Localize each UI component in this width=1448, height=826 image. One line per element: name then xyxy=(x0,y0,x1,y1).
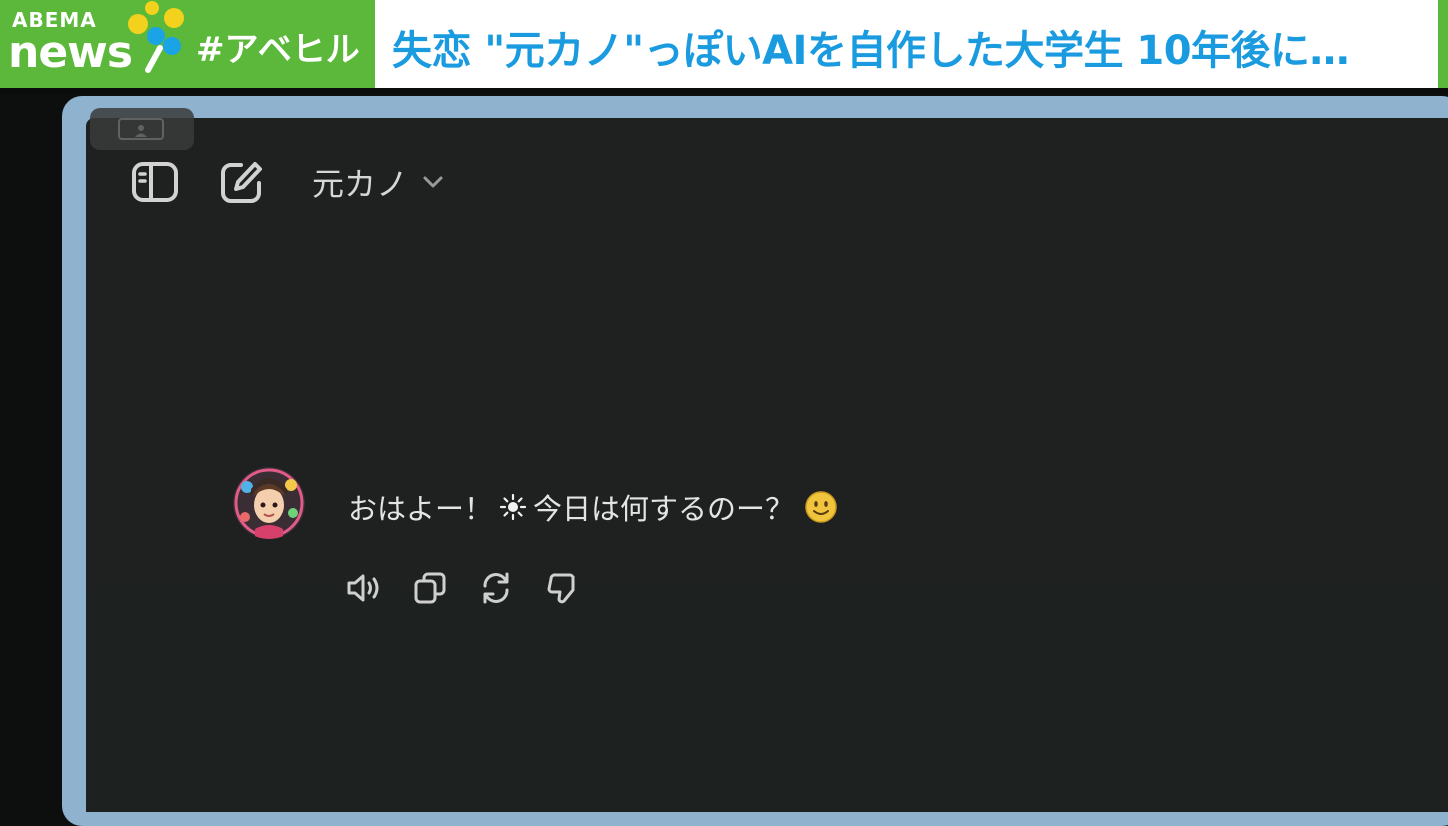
chat-lower-area xyxy=(86,588,1448,812)
thumbs-down-button[interactable] xyxy=(540,566,584,610)
sidebar-toggle-button[interactable] xyxy=(131,158,179,206)
copy-icon xyxy=(414,572,446,604)
regenerate-icon xyxy=(483,572,509,604)
assistant-avatar xyxy=(233,467,305,539)
message-actions xyxy=(342,566,584,610)
news-banner: ABEMA news #アベヒル 失恋 "元カノ"っぽいAIを自作した大学生 1… xyxy=(0,0,1448,88)
new-chat-edit-icon xyxy=(221,162,262,203)
news-logo-text: news xyxy=(8,27,133,78)
banner-brand-area: ABEMA news #アベヒル xyxy=(0,0,375,88)
copy-button[interactable] xyxy=(408,566,452,610)
banner-divider xyxy=(0,88,1448,94)
logo-dots-icon xyxy=(128,1,184,73)
anime-character-avatar-icon xyxy=(233,467,305,539)
chevron-down-icon xyxy=(423,176,443,188)
window-badge xyxy=(90,108,194,150)
model-label: 元カノ xyxy=(312,165,409,203)
banner-right-edge xyxy=(1438,0,1448,88)
new-chat-button[interactable] xyxy=(218,158,266,206)
news-headline: 失恋 "元カノ"っぽいAIを自作した大学生 10年後に… xyxy=(392,28,1350,74)
assistant-message: おはよー！ 今日は何するのー？ xyxy=(348,486,838,528)
speaker-read-aloud-icon xyxy=(347,574,379,602)
message-text-start: おはよー！ xyxy=(348,492,494,526)
smiling-face-emoji-icon xyxy=(805,491,837,523)
model-selector[interactable]: 元カノ xyxy=(312,158,444,206)
sidebar-toggle-icon xyxy=(132,162,178,202)
program-hashtag: #アベヒル xyxy=(196,30,360,70)
message-text-end: 今日は何するのー？ xyxy=(533,492,795,526)
sun-emoji-icon xyxy=(499,493,527,521)
read-aloud-button[interactable] xyxy=(342,566,386,610)
window-capture-icon xyxy=(118,118,164,140)
regenerate-button[interactable] xyxy=(474,566,518,610)
thumbs-down-icon xyxy=(547,573,575,604)
